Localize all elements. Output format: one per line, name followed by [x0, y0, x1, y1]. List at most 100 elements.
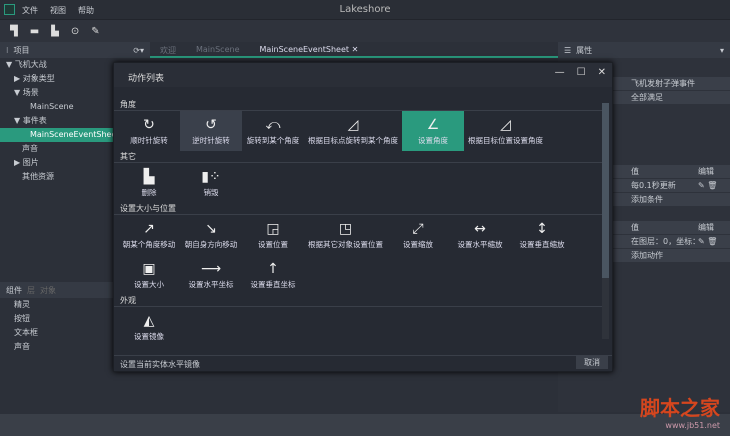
action-grid: ↗ 朝某个角度移动 ↘ 朝自身方向移动 ◲ 设置位置 ◳ 根据其它对象设置位置 ⤢ 设置缩放 ↔ 设置…: [114, 215, 612, 295]
project-header: ⁝ 项目 ⟳▾: [0, 42, 150, 58]
action-item[interactable]: ∠ 设置角度: [402, 111, 464, 151]
action-icon: ↔: [474, 220, 486, 237]
components-list: 精灵 按钮 文本框 声音: [0, 298, 115, 354]
action-value: 在图层：0，坐标：: [631, 237, 701, 246]
action-label: 旋转到某个角度: [246, 135, 300, 145]
action-item[interactable]: ▮⁘ 销毁: [180, 163, 242, 203]
action-label: 朝某个角度移动: [122, 239, 176, 249]
scrollbar-thumb[interactable]: [602, 103, 609, 278]
sync-icon[interactable]: ⟳▾: [133, 46, 144, 55]
tab-mainscene[interactable]: MainScene: [186, 42, 250, 56]
chevron-down-icon[interactable]: ▾: [720, 46, 724, 55]
publish-icon[interactable]: ✎: [91, 26, 99, 37]
play-icon[interactable]: ⊙: [71, 26, 79, 37]
col-value: 值: [631, 223, 639, 232]
watermark: 脚本之家 www.jb51.net: [640, 392, 720, 430]
action-icon: ▣: [142, 260, 156, 277]
component-item[interactable]: 精灵: [14, 298, 115, 312]
action-label: 朝自身方向移动: [184, 239, 238, 249]
action-label: 设置垂直坐标: [250, 279, 296, 289]
action-icon: ⤺: [265, 116, 281, 133]
cancel-button[interactable]: 取消: [576, 356, 608, 369]
new-icon[interactable]: ▜: [10, 26, 18, 37]
minimize-icon[interactable]: —: [555, 67, 565, 78]
action-icon: ⤢: [412, 220, 424, 237]
action-icon: ◭: [143, 312, 155, 329]
action-item[interactable]: ⤢ 设置缩放: [387, 215, 449, 255]
save-icon[interactable]: ▙: [51, 26, 59, 37]
editor-tabs: 欢迎 MainScene MainSceneEventSheet ✕: [150, 42, 558, 58]
components-tabs: 组件 层 对象: [0, 282, 115, 298]
close-icon[interactable]: ✕: [598, 67, 606, 78]
scrollbar[interactable]: [602, 103, 609, 339]
action-label: 设置垂直缩放: [519, 239, 565, 249]
action-label: 根据其它对象设置位置: [308, 239, 383, 249]
component-item[interactable]: 按钮: [14, 312, 115, 326]
watermark-url: www.jb51.net: [665, 421, 720, 430]
action-icon: ↻: [143, 116, 155, 133]
action-icon: ↺: [205, 116, 217, 133]
edit-icon[interactable]: ✎ 🗑: [698, 179, 717, 192]
section-title: 设置大小与位置: [114, 203, 602, 215]
action-label: 删除: [141, 187, 157, 197]
tab-label: MainSceneEventSheet: [259, 45, 350, 54]
tab-objects[interactable]: 对象: [40, 285, 56, 296]
action-item[interactable]: ↕ 设置垂直缩放: [511, 215, 573, 255]
action-item[interactable]: ◲ 设置位置: [242, 215, 304, 255]
component-item[interactable]: 声音: [14, 340, 115, 354]
action-label: 顺时针旋转: [130, 135, 168, 145]
menu-view[interactable]: 视图: [50, 5, 66, 16]
action-item[interactable]: ◭ 设置镜像: [118, 307, 180, 347]
toolbar: ▜ ▬ ▙ ⊙ ✎: [0, 20, 730, 42]
action-label: 销毁: [203, 187, 219, 197]
action-icon: ⟶: [200, 260, 222, 277]
action-item[interactable]: ↻ 顺时针旋转: [118, 111, 180, 151]
action-item[interactable]: ↘ 朝自身方向移动: [180, 215, 242, 255]
action-grid: ▙ 删除 ▮⁘ 销毁: [114, 163, 612, 203]
action-item[interactable]: ◳ 根据其它对象设置位置: [304, 215, 387, 255]
tab-mainsceneeventsheet[interactable]: MainSceneEventSheet ✕: [249, 42, 369, 56]
dialog-footer: 设置当前实体水平镜像 取消: [114, 355, 612, 371]
close-icon[interactable]: ✕: [352, 45, 359, 54]
action-grid: ↻ 顺时针旋转 ↺ 逆时针旋转 ⤺ 旋转到某个角度 ◿ 根据目标点旋转到某个角度 ∠ 设置角度 ◿ 根…: [114, 111, 612, 151]
action-icon: ◳: [338, 220, 353, 237]
condition-mode-value: 全部满足: [631, 93, 663, 102]
menu-help[interactable]: 帮助: [78, 5, 94, 16]
edit-icon[interactable]: ✎ 🗑: [698, 235, 717, 248]
action-item[interactable]: ↗ 朝某个角度移动: [118, 215, 180, 255]
action-item[interactable]: ◿ 根据目标点旋转到某个角度: [304, 111, 402, 151]
action-item[interactable]: ▣ 设置大小: [118, 255, 180, 295]
action-label: 设置水平缩放: [457, 239, 503, 249]
maximize-icon[interactable]: ☐: [577, 67, 586, 78]
action-icon: ◲: [266, 220, 280, 237]
dialog-title: 动作列表: [114, 63, 612, 87]
action-label: 设置位置: [258, 239, 288, 249]
open-icon[interactable]: ▬: [30, 26, 39, 37]
col-edit: 编辑: [698, 223, 714, 232]
watermark-text: 脚本之家: [640, 396, 720, 420]
cond-value: 每0.1秒更新: [631, 181, 676, 190]
action-item[interactable]: ▙ 删除: [118, 163, 180, 203]
menu-file[interactable]: 文件: [22, 5, 38, 16]
action-label: 设置镜像: [134, 331, 164, 341]
action-item[interactable]: ↑ 设置垂直坐标: [242, 255, 304, 295]
action-label: 逆时针旋转: [192, 135, 230, 145]
component-item[interactable]: 文本框: [14, 326, 115, 340]
project-title: 项目: [13, 45, 30, 55]
action-item[interactable]: ↔ 设置水平缩放: [449, 215, 511, 255]
properties-title: 属性: [576, 45, 593, 55]
action-item[interactable]: ◿ 根据目标位置设置角度: [464, 111, 547, 151]
tab-components[interactable]: 组件: [6, 285, 22, 296]
action-item[interactable]: ↺ 逆时针旋转: [180, 111, 242, 151]
action-label: 根据目标位置设置角度: [468, 135, 543, 145]
action-item[interactable]: ⤺ 旋转到某个角度: [242, 111, 304, 151]
action-icon: ◿: [500, 116, 511, 133]
tab-layers[interactable]: 层: [27, 285, 35, 296]
section-title: 角度: [114, 99, 602, 111]
status-bar: [0, 414, 730, 436]
action-icon: ▙: [143, 168, 155, 185]
action-item[interactable]: ⟶ 设置水平坐标: [180, 255, 242, 295]
section-title: 外观: [114, 295, 602, 307]
action-list-dialog: 动作列表 — ☐ ✕ 角度 ↻ 顺时针旋转 ↺ 逆时针旋转 ⤺ 旋转到某个角度 ◿ 根据目标点旋转到…: [113, 62, 613, 372]
tab-welcome[interactable]: 欢迎: [150, 42, 186, 56]
